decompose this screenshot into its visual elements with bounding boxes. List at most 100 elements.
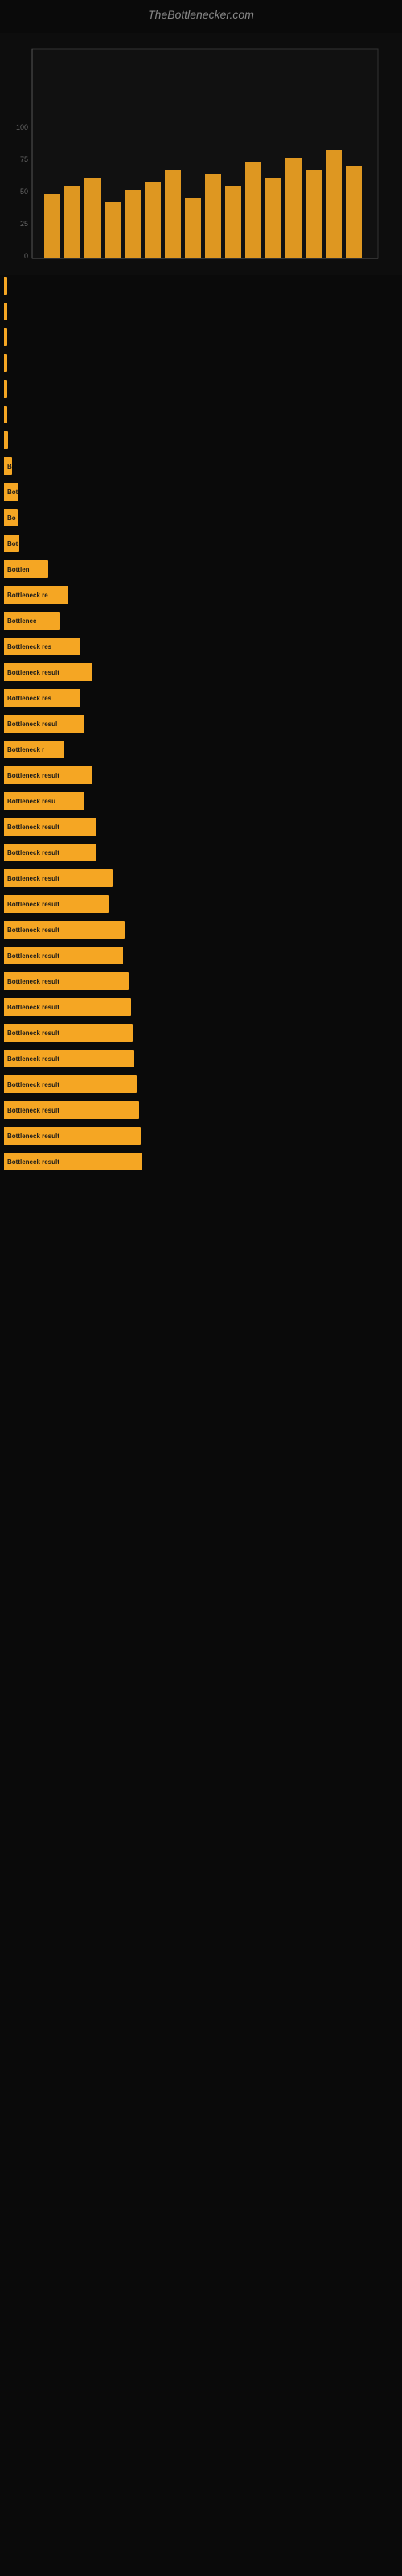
bar-fill: Bottleneck re [4, 586, 68, 604]
bar-fill: Bottleneck result [4, 1153, 142, 1170]
bar-row [4, 429, 398, 452]
bar-row: Bottleneck resu [4, 790, 398, 812]
bar-text: Bottleneck result [7, 875, 59, 882]
bar-text: Bottleneck result [7, 669, 59, 676]
bar-text: Bottleneck result [7, 1004, 59, 1011]
bar-fill: Bottlen [4, 560, 48, 578]
bar-row: Bot [4, 481, 398, 503]
bar-row: Bottlen [4, 558, 398, 580]
bar-text: Bot [7, 489, 18, 496]
svg-text:0: 0 [24, 252, 28, 260]
bar-text: Bottleneck result [7, 824, 59, 831]
bar-text: Bottleneck result [7, 901, 59, 908]
bar-row: Bottleneck r [4, 738, 398, 761]
bar-fill: Bottleneck result [4, 998, 131, 1016]
bar-fill [4, 431, 8, 449]
bar-row: Bottlenec [4, 609, 398, 632]
svg-text:100: 100 [16, 123, 28, 131]
bar-text: Bottlen [7, 566, 30, 573]
bar-row: Bottleneck result [4, 1125, 398, 1147]
bar-fill: B [4, 457, 12, 475]
bar-row: B [4, 455, 398, 477]
bar-text: Bottleneck resul [7, 720, 57, 728]
bar-text: Bottleneck r [7, 746, 44, 753]
svg-text:50: 50 [20, 188, 28, 196]
bar-text: Bottleneck result [7, 849, 59, 857]
bar-fill: Bottlenec [4, 612, 60, 630]
bar-fill: Bottleneck r [4, 741, 64, 758]
bar-row: Bottleneck result [4, 919, 398, 941]
chart-area: 0 25 50 75 100 [0, 33, 402, 275]
bar-fill [4, 380, 7, 398]
bar-row: Bottleneck re [4, 584, 398, 606]
bar-row: Bottleneck result [4, 1150, 398, 1173]
svg-text:75: 75 [20, 155, 28, 163]
bar-fill: Bottleneck result [4, 869, 113, 887]
bar-fill: Bottleneck result [4, 766, 92, 784]
bar-fill: Bottleneck resul [4, 715, 84, 733]
bar-row: Bottleneck res [4, 687, 398, 709]
bar-row: Bo [4, 506, 398, 529]
bar-row: Bottleneck res [4, 635, 398, 658]
bar-fill: Bottleneck result [4, 1024, 133, 1042]
bar-text: Bot [7, 540, 18, 547]
bars-section: B Bot Bo Bot Bottlen Bottleneck re Bottlenec Bo… [0, 275, 402, 1176]
bar-fill [4, 277, 7, 295]
bar-fill: Bottleneck result [4, 663, 92, 681]
bar-fill: Bottleneck result [4, 1050, 134, 1067]
page-container: TheBottlenecker.com [0, 0, 402, 1176]
bar-row: Bottleneck result [4, 1022, 398, 1044]
bar-fill: Bo [4, 509, 18, 526]
bar-text: Bottleneck result [7, 952, 59, 960]
bar-fill: Bottleneck result [4, 1127, 141, 1145]
bar-row: Bottleneck resul [4, 712, 398, 735]
bar-text: Bottleneck result [7, 1055, 59, 1063]
bar-text: Bottlenec [7, 617, 36, 625]
bar-text: Bottleneck result [7, 1081, 59, 1088]
bar-row: Bottleneck result [4, 764, 398, 786]
svg-text:25: 25 [20, 220, 28, 228]
bar-row: Bottleneck result [4, 841, 398, 864]
bar-fill: Bottleneck result [4, 844, 96, 861]
bar-text: Bottleneck result [7, 1107, 59, 1114]
bar-row: Bottleneck result [4, 893, 398, 915]
bar-row [4, 378, 398, 400]
bar-row [4, 300, 398, 323]
bar-row [4, 403, 398, 426]
bar-fill [4, 303, 7, 320]
bar-text: Bottleneck result [7, 978, 59, 985]
bar-fill [4, 406, 7, 423]
bar-fill [4, 354, 7, 372]
bar-fill: Bottleneck resu [4, 792, 84, 810]
bar-row [4, 352, 398, 374]
bar-fill: Bot [4, 483, 18, 501]
bar-row: Bottleneck result [4, 1047, 398, 1070]
bar-text: B [7, 463, 12, 470]
bar-fill: Bot [4, 535, 19, 552]
bar-fill [4, 328, 7, 346]
bar-text: Bottleneck resu [7, 798, 55, 805]
bar-text: Bottleneck result [7, 1158, 59, 1166]
bar-row [4, 275, 398, 297]
bar-text: Bottleneck res [7, 643, 51, 650]
bar-row: Bottleneck result [4, 1073, 398, 1096]
bar-text: Bottleneck result [7, 927, 59, 934]
bar-fill: Bottleneck result [4, 895, 109, 913]
bar-text: Bo [7, 514, 16, 522]
bar-fill: Bottleneck result [4, 1075, 137, 1093]
site-title: TheBottlenecker.com [0, 0, 402, 33]
bar-fill: Bottleneck result [4, 921, 125, 939]
bar-fill: Bottleneck result [4, 972, 129, 990]
bar-row: Bottleneck result [4, 970, 398, 993]
bar-row [4, 326, 398, 349]
bar-text: Bottleneck result [7, 1133, 59, 1140]
bar-row: Bottleneck result [4, 661, 398, 683]
bar-text: Bottleneck result [7, 772, 59, 779]
bar-text: Bottleneck re [7, 592, 48, 599]
bar-row: Bot [4, 532, 398, 555]
bar-text: Bottleneck res [7, 695, 51, 702]
bar-row: Bottleneck result [4, 1099, 398, 1121]
bar-fill: Bottleneck result [4, 1101, 139, 1119]
bar-row: Bottleneck result [4, 815, 398, 838]
bar-fill: Bottleneck result [4, 818, 96, 836]
